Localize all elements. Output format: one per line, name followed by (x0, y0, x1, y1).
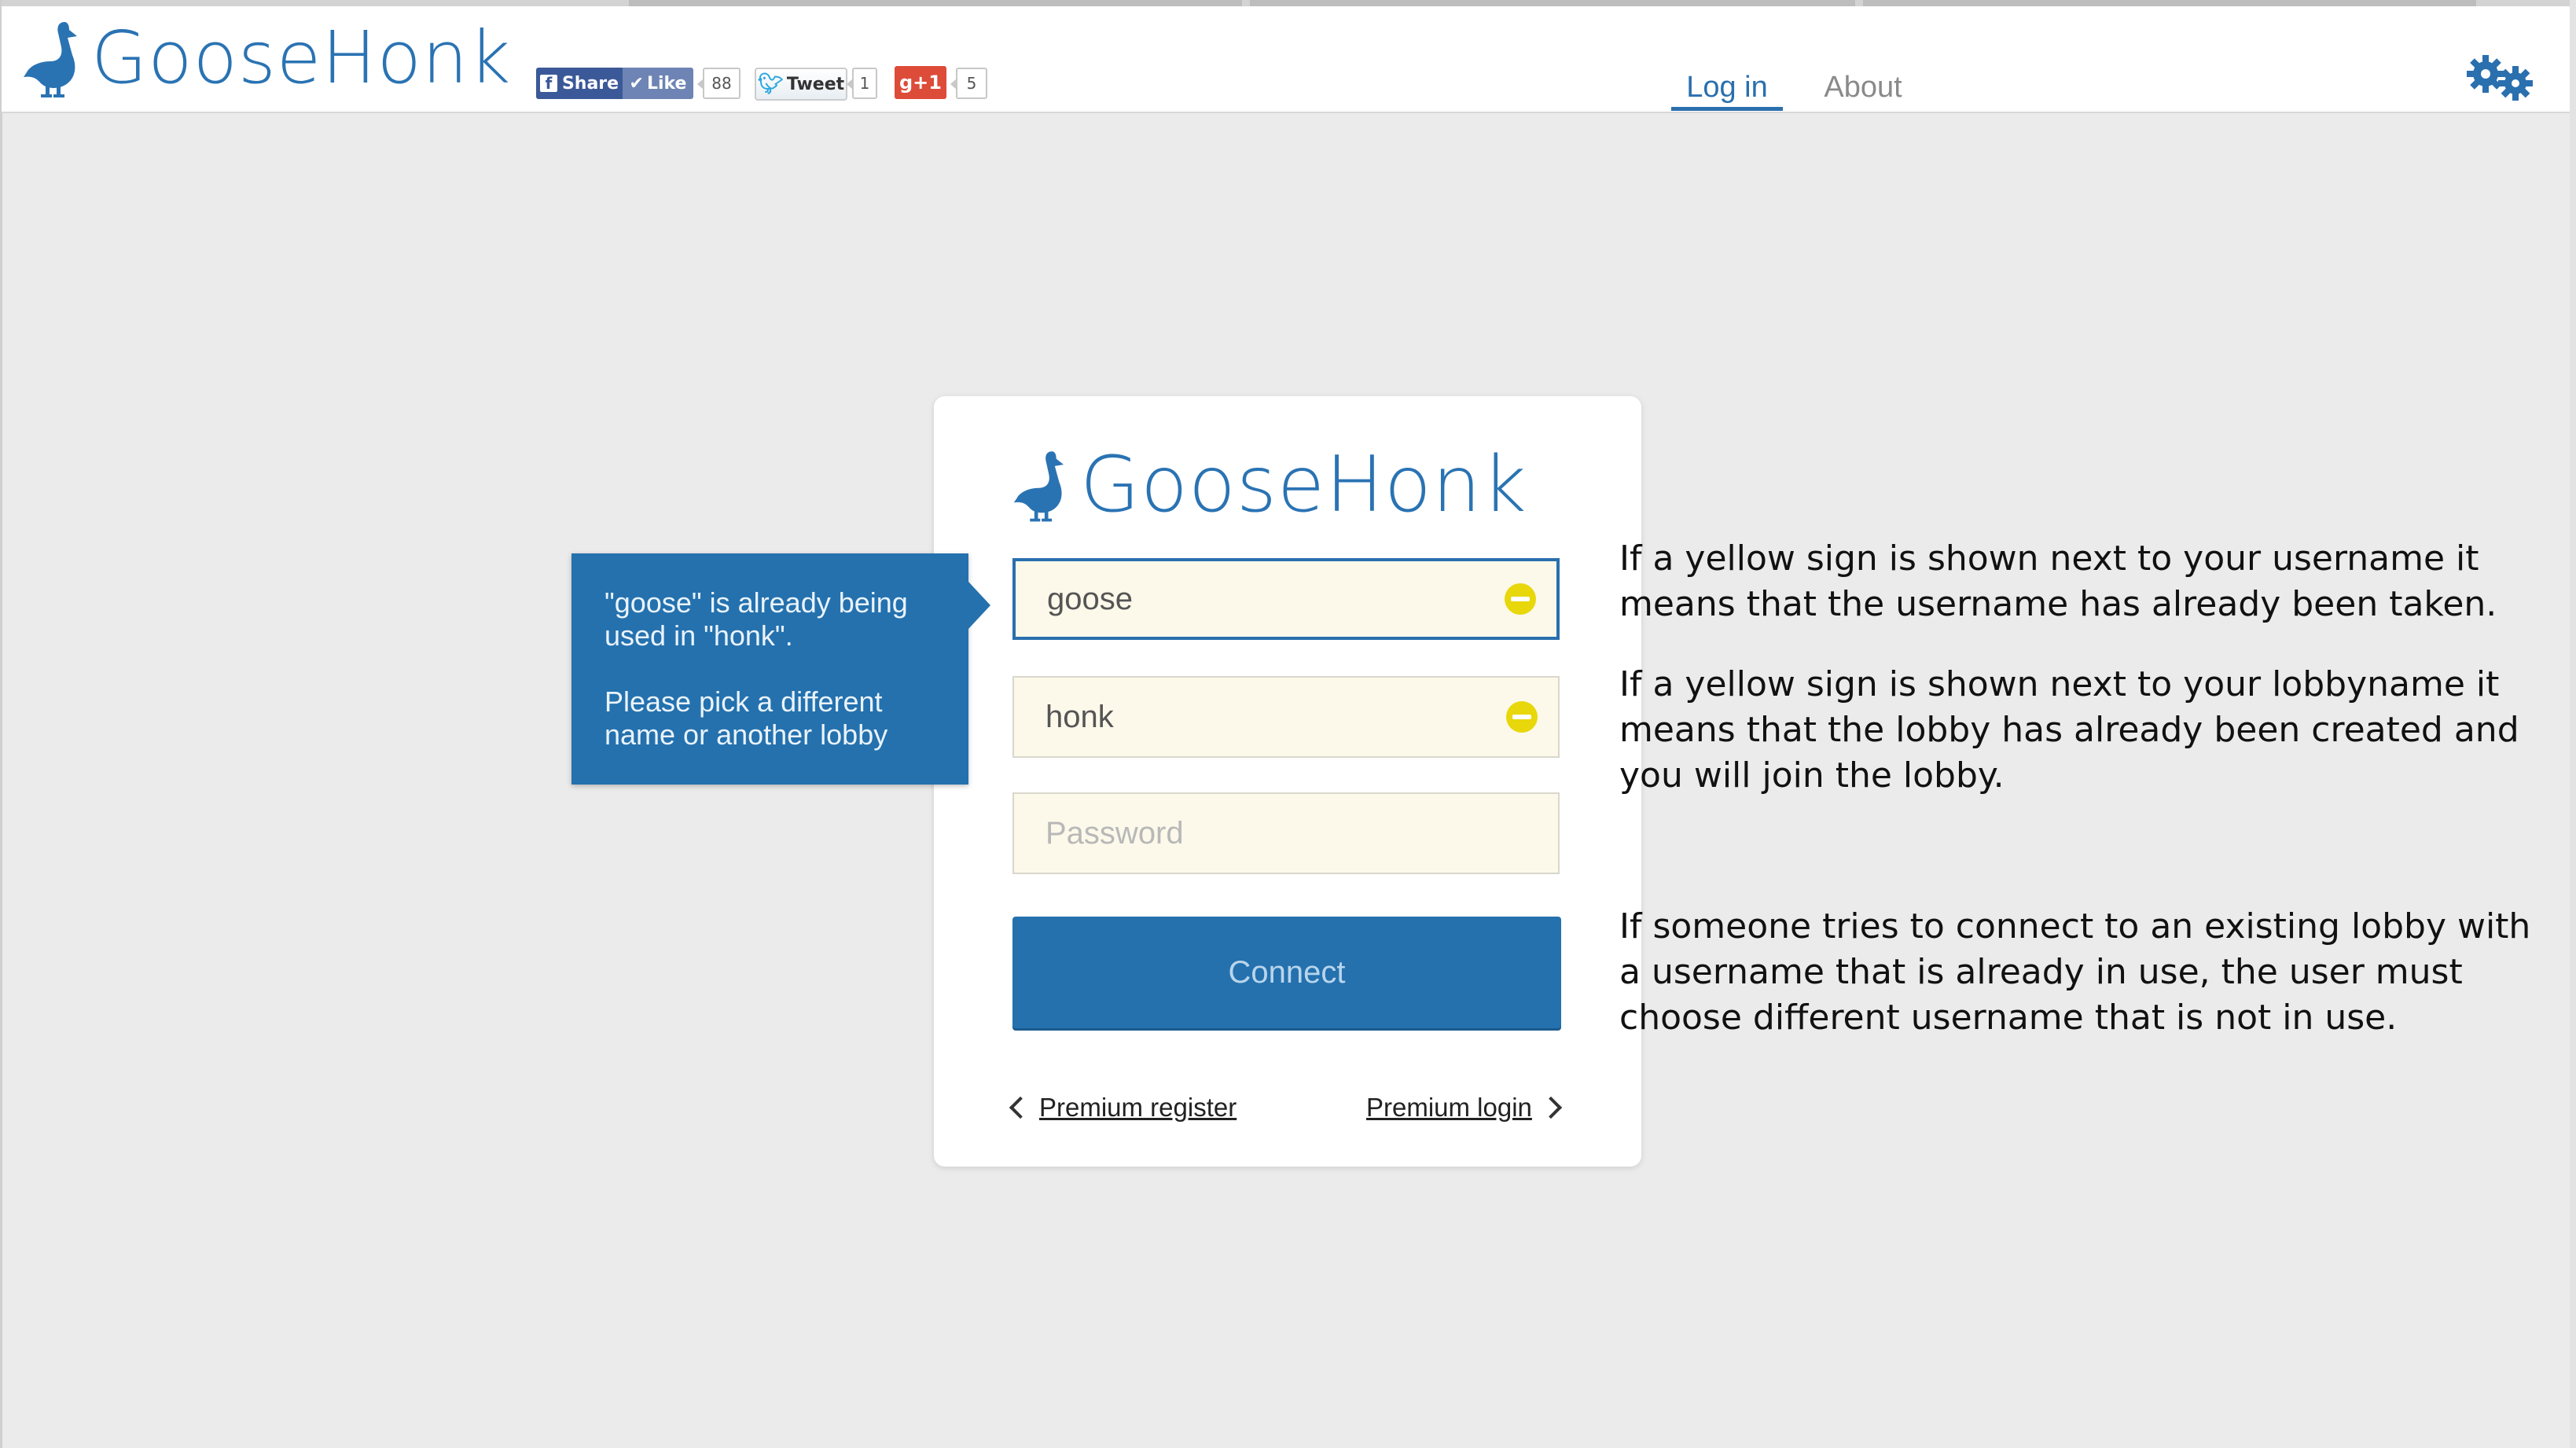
tab-log-in[interactable]: Log in (1671, 71, 1783, 105)
lobby-input[interactable]: honk (1012, 676, 1560, 758)
checkmark-icon: ✔ (629, 73, 644, 94)
password-placeholder: Password (1045, 815, 1184, 851)
tweet-label: Tweet (786, 74, 845, 94)
lobby-exists-warning-icon (1506, 701, 1538, 733)
tooltip-hint: Please pick a different name or another … (604, 685, 888, 751)
goose-icon (1013, 451, 1064, 522)
window-frame-left (0, 0, 2, 1448)
facebook-share-label: Share (561, 73, 619, 94)
annotation-username: If a yellow sign is shown next to your u… (1619, 538, 2497, 624)
facebook-like-label: Like (646, 73, 687, 94)
active-tab-indicator (1671, 107, 1783, 111)
annotation-duplicate-user: If someone tries to connect to an existi… (1619, 906, 2531, 1038)
username-error-tooltip: "goose" is already being used in "honk".… (571, 553, 990, 785)
tab-about[interactable]: About (1808, 71, 1918, 105)
premium-register-link[interactable]: Premium register (1009, 1093, 1237, 1123)
facebook-share-button[interactable]: f Share (536, 68, 623, 99)
premium-login-link[interactable]: Premium login (1366, 1093, 1563, 1123)
premium-login-label: Premium login (1366, 1093, 1532, 1122)
goose-icon (24, 21, 77, 97)
facebook-icon: f (539, 74, 557, 93)
connect-button[interactable]: Connect (1012, 917, 1561, 1028)
username-taken-warning-icon (1505, 583, 1536, 615)
card-logo-wordmark: GooseHonk (1080, 440, 1527, 530)
header-logo[interactable]: GooseHonk (22, 16, 511, 100)
logo-wordmark: GooseHonk (91, 16, 512, 100)
tab-outline (629, 0, 1242, 6)
google-plus-button[interactable]: g+1 (895, 66, 946, 99)
browser-tab-strip (0, 0, 2576, 6)
username-input[interactable]: goose (1012, 558, 1560, 640)
tweet-count: 1 (847, 68, 877, 99)
password-input[interactable]: Password (1012, 792, 1560, 874)
annotation-lobby: If a yellow sign is shown next to your l… (1619, 664, 2519, 796)
chevron-right-icon (1539, 1096, 1563, 1119)
google-plus-count: 5 (950, 68, 987, 99)
gears-icon[interactable] (2460, 52, 2539, 104)
window-frame-right (2570, 0, 2576, 1448)
card-logo: GooseHonk (1012, 440, 1527, 530)
facebook-like-button[interactable]: ✔ Like (623, 68, 693, 99)
chevron-left-icon (1009, 1096, 1032, 1119)
tab-outline (1250, 0, 1855, 6)
username-value: goose (1047, 581, 1133, 616)
tooltip-message: "goose" is already being used in "honk". (604, 586, 908, 652)
facebook-like-count: 88 (697, 68, 740, 99)
tab-outline (1863, 0, 2476, 6)
twitter-bird-icon: 🐦︎ (757, 72, 784, 96)
tweet-button[interactable]: 🐦︎ Tweet (755, 68, 847, 101)
lobby-value: honk (1045, 699, 1114, 734)
premium-register-label: Premium register (1039, 1093, 1237, 1122)
